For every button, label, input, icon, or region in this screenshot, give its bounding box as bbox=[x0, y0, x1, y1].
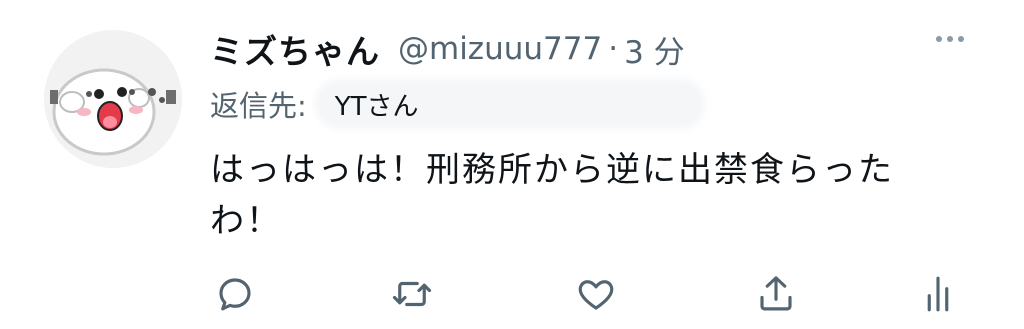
views-button[interactable] bbox=[912, 268, 964, 320]
avatar-image bbox=[44, 30, 182, 168]
action-bar bbox=[0, 268, 1024, 320]
tweet-header: ミズちゃん @mizuuu777 · 3 分 bbox=[210, 26, 685, 72]
share-icon bbox=[760, 276, 792, 311]
more-dot bbox=[947, 36, 953, 42]
reply-to-line: 返信先: YTさん bbox=[210, 82, 699, 126]
reply-button[interactable] bbox=[209, 268, 261, 320]
user-handle[interactable]: @mizuuu777 bbox=[398, 31, 602, 67]
separator-dot: · bbox=[608, 31, 619, 67]
like-button[interactable] bbox=[570, 268, 622, 320]
heart-icon bbox=[578, 280, 614, 310]
avatar[interactable] bbox=[44, 30, 182, 168]
retweet-button[interactable] bbox=[386, 268, 438, 320]
more-dot bbox=[958, 36, 964, 42]
timestamp[interactable]: 3 分 bbox=[624, 27, 685, 72]
display-name[interactable]: ミズちゃん bbox=[210, 25, 380, 73]
more-dots-icon[interactable] bbox=[936, 36, 964, 42]
share-button[interactable] bbox=[750, 268, 802, 320]
bar-chart-icon bbox=[927, 276, 949, 312]
reply-to-user[interactable]: YTさん bbox=[320, 85, 699, 123]
speech-bubble-icon bbox=[219, 278, 251, 311]
reply-label: 返信先: bbox=[210, 89, 307, 123]
more-dot bbox=[936, 36, 942, 42]
retweet-icon bbox=[392, 281, 432, 307]
tweet-text: はっはっは！刑務所から逆に出禁食らったわ！ bbox=[210, 150, 894, 241]
